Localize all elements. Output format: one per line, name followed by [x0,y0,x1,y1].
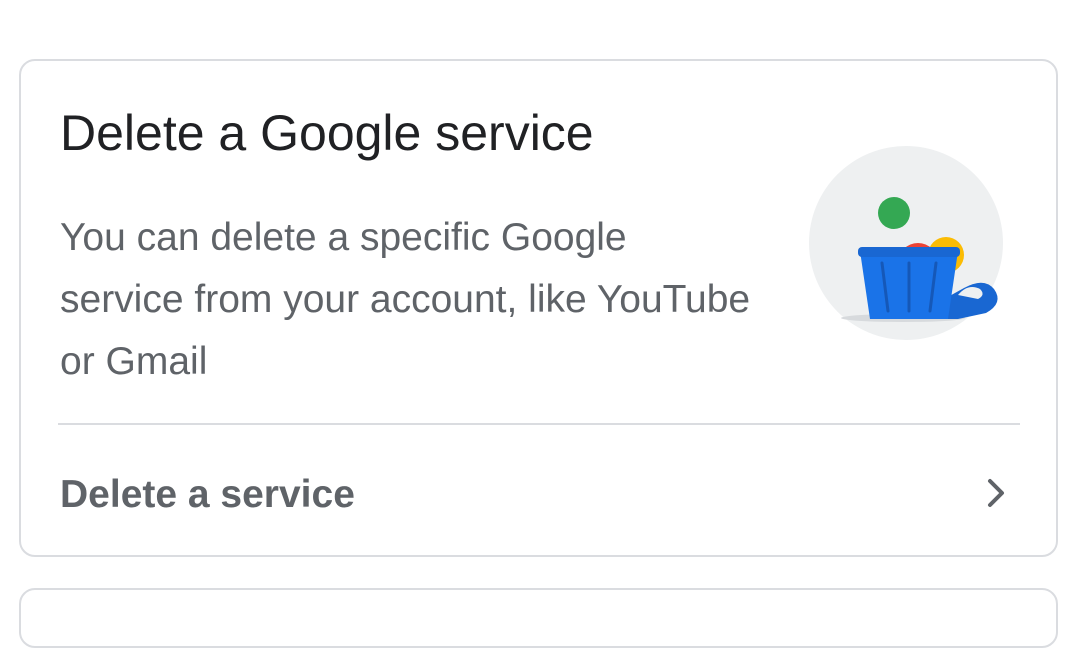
next-card [19,588,1058,648]
delete-service-card: Delete a Google service You can delete a… [19,59,1058,557]
card-title: Delete a Google service [60,105,594,161]
trash-can-icon [809,146,1003,340]
delete-service-link[interactable]: Delete a service [21,425,1056,557]
delete-service-label: Delete a service [60,473,355,516]
chevron-right-icon [988,479,1004,507]
card-description: You can delete a specific Google service… [60,216,751,383]
